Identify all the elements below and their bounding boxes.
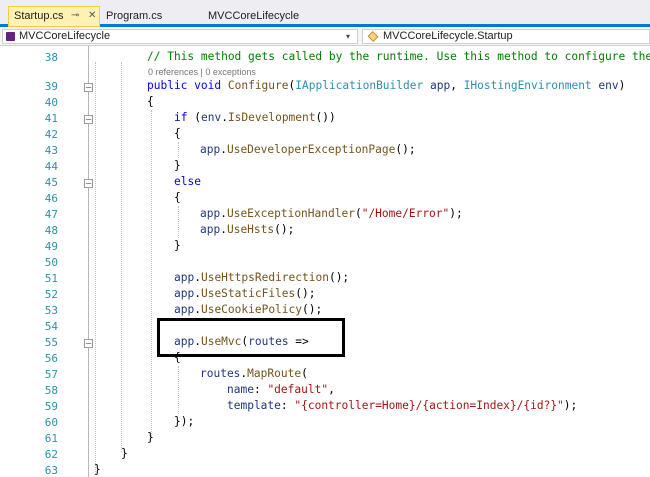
line-number: 38 (44, 51, 58, 64)
line-number: 48 (44, 224, 58, 237)
chevron-down-icon[interactable]: ▾ (346, 30, 350, 43)
code-line-49: } (174, 239, 181, 252)
line-number: 44 (44, 160, 58, 173)
line-number: 62 (44, 448, 58, 461)
code-line-61: } (147, 431, 154, 444)
code-line-40: { (147, 95, 154, 108)
line-number: 58 (44, 384, 58, 397)
code-line-51: app.UseHttpsRedirection(); (174, 271, 350, 284)
project-name: MVCCoreLifecycle (19, 30, 111, 42)
code-line-59: template: "{controller=Home}/{action=Ind… (227, 399, 578, 412)
code-line-63: } (94, 463, 101, 476)
code-line-53: app.UseCookiePolicy(); (174, 303, 323, 316)
indent-guide (151, 110, 152, 436)
line-number: 54 (44, 320, 58, 333)
collapse-icon[interactable]: − (84, 115, 93, 124)
line-number: 42 (44, 128, 58, 141)
indent-guide (178, 206, 179, 238)
indent-guide (178, 366, 179, 414)
code-line-57: routes.MapRoute( (200, 367, 308, 380)
code-line-46: { (174, 191, 181, 204)
line-number: 55 (44, 336, 58, 349)
code-line-43: app.UseDeveloperExceptionPage(); (200, 143, 416, 156)
class-icon (367, 31, 379, 42)
line-number: 41 (44, 112, 58, 125)
tab-program-cs[interactable]: Program.cs (101, 7, 201, 25)
indent-guide (178, 142, 179, 158)
indent-guide (95, 62, 96, 474)
collapse-icon[interactable]: − (84, 83, 93, 92)
member-dropdown[interactable]: MVCCoreLifecycle.Startup (362, 29, 650, 44)
line-number: 56 (44, 352, 58, 365)
line-number: 50 (44, 256, 58, 269)
line-number: 43 (44, 144, 58, 157)
tab-label: Startup.cs (14, 10, 64, 22)
line-number: 57 (44, 368, 58, 381)
collapse-icon[interactable]: − (84, 339, 93, 348)
outline-line (88, 46, 89, 477)
document-tab-strip: Startup.cs ⊸ ✕ Program.cs MVCCoreLifecyc… (0, 0, 650, 27)
tab-startup-cs[interactable]: Startup.cs ⊸ ✕ (8, 6, 100, 27)
line-number: 61 (44, 432, 58, 445)
line-number: 40 (44, 96, 58, 109)
code-line-47: app.UseExceptionHandler("/Home/Error"); (200, 207, 463, 220)
line-number: 49 (44, 240, 58, 253)
comment-text: // This method gets called by the runtim… (147, 50, 650, 63)
code-line-39: public void Configure(IApplicationBuilde… (147, 79, 626, 92)
tab-label: Program.cs (106, 10, 163, 22)
code-line-44: } (174, 159, 181, 172)
code-line-52: app.UseStaticFiles(); (174, 287, 316, 300)
collapse-icon[interactable]: − (84, 179, 93, 188)
annotation-highlight-box (157, 318, 345, 357)
line-number: 47 (44, 208, 58, 221)
tab-label: MVCCoreLifecycle (208, 10, 300, 22)
code-line-41: if (env.IsDevelopment()) (174, 111, 336, 124)
line-number: 46 (44, 192, 58, 205)
line-number: 53 (44, 304, 58, 317)
member-name: MVCCoreLifecycle.Startup (383, 30, 513, 42)
line-number: 51 (44, 272, 58, 285)
line-number: 52 (44, 288, 58, 301)
codelens-references[interactable]: 0 references | 0 exceptions (148, 67, 256, 77)
code-line-42: { (174, 127, 181, 140)
line-number: 45 (44, 176, 58, 189)
code-line-60: }); (174, 415, 195, 428)
code-line-58: name: "default", (227, 383, 335, 396)
line-number: 60 (44, 416, 58, 429)
line-number: 63 (44, 464, 58, 477)
csharp-project-icon (6, 32, 15, 41)
navigation-bar: MVCCoreLifecycle ▾ MVCCoreLifecycle.Star… (0, 27, 650, 46)
code-line-62: } (121, 447, 128, 460)
pin-icon[interactable]: ⊸ (71, 7, 79, 25)
code-editor[interactable]: 38 39 40 41 42 43 44 45 46 47 48 49 50 5… (0, 46, 650, 477)
line-number: 59 (44, 400, 58, 413)
project-dropdown[interactable]: MVCCoreLifecycle ▾ (2, 29, 358, 44)
tab-mvccorelifecycle[interactable]: MVCCoreLifecycle (203, 7, 333, 25)
indent-guide (121, 62, 122, 452)
line-number: 39 (44, 80, 58, 93)
close-icon[interactable]: ✕ (88, 7, 96, 25)
code-line-48: app.UseHsts(); (200, 223, 295, 236)
code-line-38: // This method gets called by the runtim… (147, 50, 650, 63)
code-line-45: else (174, 175, 201, 188)
